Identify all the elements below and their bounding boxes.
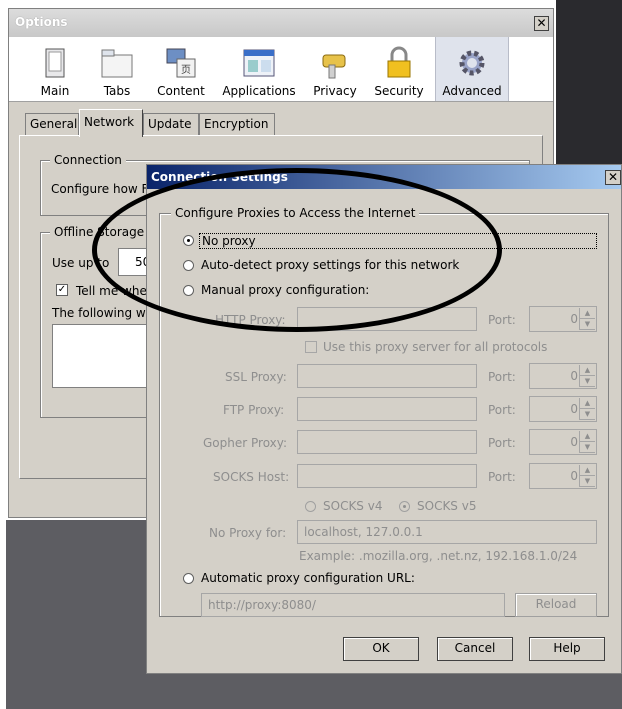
toolbar-privacy[interactable]: Privacy: [307, 37, 363, 101]
spin-down-icon[interactable]: ▼: [580, 319, 595, 330]
following-websites-label: The following we: [52, 306, 154, 320]
tabs-icon: [101, 49, 133, 78]
tab-network[interactable]: Network: [79, 109, 143, 137]
offline-storage-legend: Offline Storage: [50, 225, 149, 239]
use-same-proxy-label: Use this proxy server for all protocols: [323, 340, 548, 354]
socks-v5-label: SOCKS v5: [417, 499, 477, 513]
socks-v5-radio[interactable]: [399, 501, 410, 512]
ftp-proxy-input[interactable]: [297, 397, 477, 421]
gopher-port-label: Port:: [488, 436, 516, 450]
help-button[interactable]: Help: [529, 637, 605, 661]
socks-v4-radio[interactable]: [305, 501, 316, 512]
ftp-port-label: Port:: [488, 403, 516, 417]
content-icon: 页: [166, 48, 196, 78]
close-icon[interactable]: ✕: [534, 16, 549, 31]
spin-up-icon[interactable]: ▲: [580, 365, 595, 376]
toolbar-label: Applications: [222, 84, 296, 98]
privacy-key-icon: [322, 54, 346, 79]
toolbar-applications[interactable]: Applications: [221, 37, 297, 101]
tab-encryption[interactable]: Encryption: [199, 113, 275, 135]
toolbar-label: Advanced: [442, 84, 502, 98]
auto-detect-radio[interactable]: [183, 260, 194, 271]
gopher-port-spinner[interactable]: 0 ▲ ▼: [529, 429, 597, 455]
socks-port-spinner[interactable]: 0 ▲ ▼: [529, 463, 597, 489]
spin-up-icon[interactable]: ▲: [580, 431, 595, 442]
spin-down-icon[interactable]: ▼: [580, 376, 595, 387]
connection-description: Configure how Fi: [51, 182, 151, 196]
manual-proxy-radio[interactable]: [183, 285, 194, 296]
spin-down-icon[interactable]: ▼: [580, 476, 595, 487]
connection-legend: Connection: [50, 153, 126, 167]
dialog-titlebar: Connection Settings ✕: [147, 165, 621, 189]
ssl-proxy-input[interactable]: [297, 364, 477, 388]
no-proxy-for-label: No Proxy for:: [209, 526, 287, 540]
use-up-label: Use up to: [52, 256, 110, 270]
gopher-proxy-input[interactable]: [297, 430, 477, 454]
ssl-port-label: Port:: [488, 370, 516, 384]
socks-port-label: Port:: [488, 470, 516, 484]
port-value: 0: [570, 469, 578, 483]
svg-text:页: 页: [181, 64, 191, 76]
no-proxy-radio[interactable]: [183, 235, 194, 246]
dialog-title: Connection Settings: [151, 170, 288, 184]
port-value: 0: [570, 312, 578, 326]
toolbar-tabs[interactable]: Tabs: [89, 37, 145, 101]
ssl-port-spinner[interactable]: 0 ▲ ▼: [529, 363, 597, 389]
toolbar-security[interactable]: Security: [371, 37, 427, 101]
toolbar-label: Security: [374, 84, 424, 98]
tell-me-label: Tell me when: [76, 284, 155, 298]
no-proxy-example: Example: .mozilla.org, .net.nz, 192.168.…: [299, 549, 578, 563]
auto-config-radio[interactable]: [183, 573, 194, 584]
toolbar-label: Content: [157, 84, 205, 98]
auto-config-url-input[interactable]: http://proxy:8080/: [201, 593, 505, 617]
toolbar-label: Tabs: [103, 84, 131, 98]
cancel-button[interactable]: Cancel: [437, 637, 513, 661]
http-port-spinner[interactable]: 0 ▲ ▼: [529, 306, 597, 332]
connection-settings-dialog: Connection Settings ✕ Configure Proxies …: [146, 164, 622, 674]
http-proxy-label: HTTP Proxy:: [215, 313, 286, 327]
auto-detect-label[interactable]: Auto-detect proxy settings for this netw…: [201, 258, 459, 272]
options-titlebar: Options ✕: [9, 9, 553, 37]
tab-update[interactable]: Update: [143, 113, 199, 135]
proxy-group-legend: Configure Proxies to Access the Internet: [171, 206, 420, 220]
ok-button[interactable]: OK: [343, 637, 419, 661]
http-proxy-input[interactable]: [297, 307, 477, 331]
ftp-port-spinner[interactable]: 0 ▲ ▼: [529, 396, 597, 422]
tab-general[interactable]: General: [25, 113, 79, 135]
spin-up-icon[interactable]: ▲: [580, 465, 595, 476]
toolbar-content[interactable]: 页 Content: [153, 37, 209, 101]
ftp-proxy-label: FTP Proxy:: [223, 403, 285, 417]
manual-proxy-label[interactable]: Manual proxy configuration:: [201, 283, 369, 297]
http-port-label: Port:: [488, 313, 516, 327]
options-title: Options: [15, 15, 68, 29]
spin-up-icon[interactable]: ▲: [580, 398, 595, 409]
no-proxy-label[interactable]: No proxy: [199, 233, 597, 249]
spin-down-icon[interactable]: ▼: [580, 442, 595, 453]
toolbar-label: Privacy: [313, 84, 357, 98]
port-value: 0: [570, 435, 578, 449]
main-icon: [45, 48, 65, 78]
use-same-proxy-checkbox[interactable]: [305, 341, 317, 353]
gopher-proxy-label: Gopher Proxy:: [203, 436, 288, 450]
lock-icon: [387, 46, 411, 78]
auto-config-label[interactable]: Automatic proxy configuration URL:: [201, 571, 415, 585]
toolbar-label: Main: [40, 84, 70, 98]
spin-up-icon[interactable]: ▲: [580, 308, 595, 319]
port-value: 0: [570, 369, 578, 383]
socks-v4-label: SOCKS v4: [323, 499, 383, 513]
reload-button[interactable]: Reload: [515, 593, 597, 617]
gear-icon: [459, 50, 485, 76]
spin-down-icon[interactable]: ▼: [580, 409, 595, 420]
close-icon[interactable]: ✕: [605, 170, 621, 185]
options-toolbar: Main Tabs 页 Content Applications Privacy…: [9, 37, 553, 102]
port-value: 0: [570, 402, 578, 416]
socks-host-label: SOCKS Host:: [213, 470, 290, 484]
socks-host-input[interactable]: [297, 464, 477, 488]
toolbar-main[interactable]: Main: [29, 37, 81, 101]
tell-me-checkbox[interactable]: ✓: [56, 284, 68, 296]
ssl-proxy-label: SSL Proxy:: [225, 370, 287, 384]
toolbar-advanced[interactable]: Advanced: [435, 37, 509, 101]
applications-icon: [243, 49, 275, 77]
no-proxy-for-input[interactable]: localhost, 127.0.0.1: [297, 520, 597, 544]
